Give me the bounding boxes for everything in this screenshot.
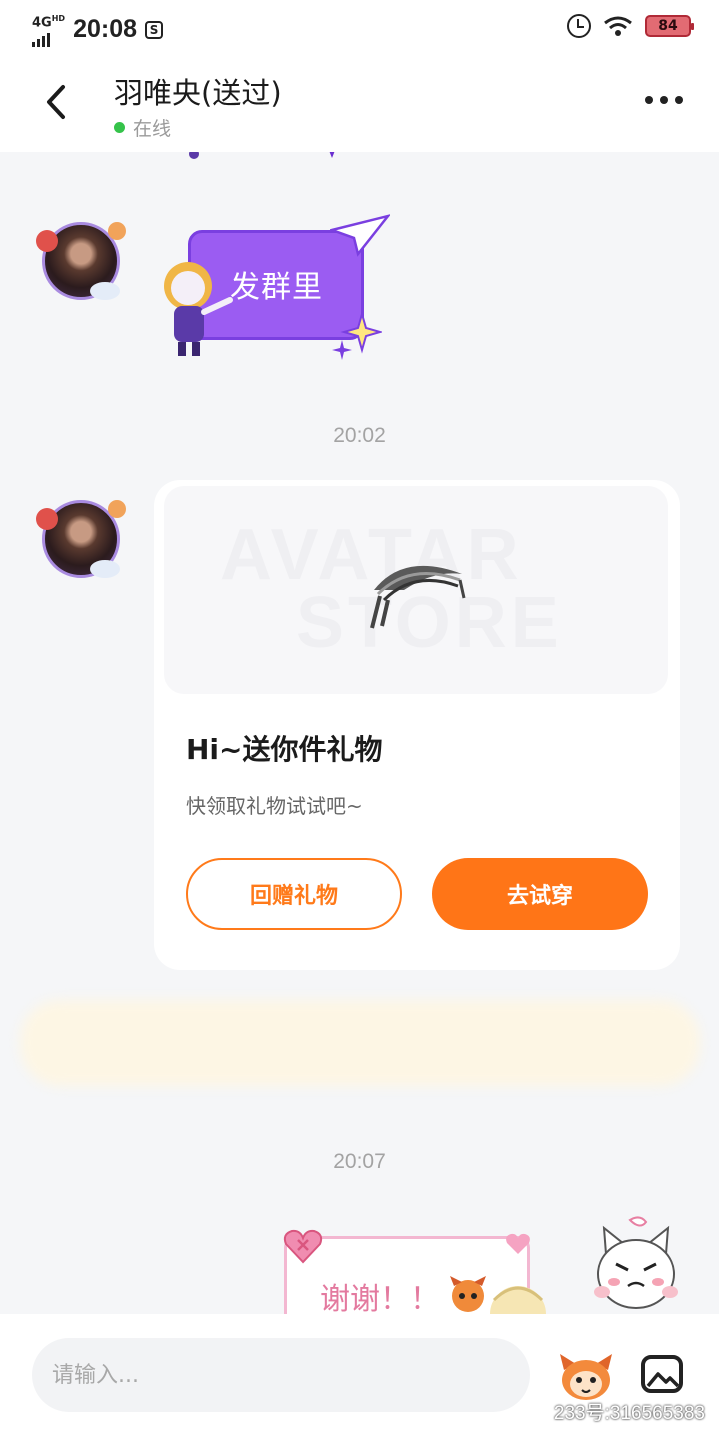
network-indicator: 4GHD bbox=[32, 12, 66, 48]
dot-icon bbox=[645, 96, 653, 104]
message-input[interactable] bbox=[32, 1338, 530, 1412]
heart-icon bbox=[283, 1229, 323, 1264]
sticker-text: 发群里 bbox=[230, 270, 323, 305]
sticker-message[interactable]: 发群里 bbox=[160, 214, 390, 364]
more-options-button[interactable] bbox=[645, 96, 683, 104]
partial-sticker bbox=[189, 152, 335, 159]
signal-icon bbox=[32, 31, 65, 48]
white-cat-icon bbox=[594, 1216, 678, 1309]
status-bar: 4GHD 20:08 S 84 bbox=[0, 0, 719, 56]
gift-title: Hi~送你件礼物 bbox=[186, 733, 383, 766]
mascot-icon bbox=[450, 1276, 486, 1312]
mascot-emoji-icon bbox=[560, 1354, 612, 1400]
chibi-character-icon bbox=[164, 262, 233, 356]
chat-header: 羽唯央(送过) 在线 bbox=[0, 56, 719, 152]
paper-plane-icon bbox=[330, 214, 390, 257]
contact-name: 羽唯央(送过) bbox=[114, 76, 282, 110]
presence-status: 在线 bbox=[114, 114, 171, 141]
watermark-text: 233号:316565383 bbox=[553, 1403, 705, 1424]
anime-girl-icon bbox=[490, 1286, 546, 1314]
back-button[interactable] bbox=[36, 82, 76, 122]
wifi-icon bbox=[604, 16, 632, 36]
emoji-button[interactable] bbox=[556, 1350, 616, 1402]
contact-avatar[interactable] bbox=[34, 494, 126, 586]
network-type: 4G bbox=[32, 15, 52, 31]
heart-icon bbox=[506, 1233, 530, 1254]
contact-avatar[interactable] bbox=[34, 216, 126, 308]
battery-icon: 84 bbox=[645, 15, 694, 37]
image-picker-button[interactable] bbox=[640, 1354, 684, 1394]
image-icon bbox=[641, 1355, 683, 1393]
sparkle-icon bbox=[332, 312, 382, 360]
status-time: 20:08 bbox=[73, 15, 138, 44]
network-sup: HD bbox=[51, 14, 66, 23]
try-on-button[interactable]: 去试穿 bbox=[432, 858, 648, 930]
app-notification-icon: S bbox=[145, 20, 164, 39]
online-dot bbox=[114, 122, 125, 133]
dot-icon bbox=[675, 96, 683, 104]
message-list[interactable]: 发群里 20:02 AVATAR STORE Hi~送你件礼物 快领取礼物试试吧… bbox=[0, 152, 719, 1314]
back-arrow-icon bbox=[47, 85, 65, 119]
alarm-icon bbox=[567, 14, 591, 38]
sticker-text: 谢谢！！ bbox=[320, 1282, 440, 1314]
input-bar: 233号:316565383 bbox=[0, 1314, 719, 1435]
message-timestamp: 20:07 bbox=[333, 1150, 386, 1173]
sticker-message[interactable]: 谢谢！！ bbox=[272, 1228, 552, 1314]
blurred-notice bbox=[20, 1000, 700, 1086]
battery-level: 84 bbox=[658, 18, 678, 34]
gift-banner: AVATAR STORE bbox=[164, 486, 668, 694]
gift-card[interactable]: AVATAR STORE Hi~送你件礼物 快领取礼物试试吧~ 回赠礼物 去试穿 bbox=[154, 480, 680, 970]
message-timestamp: 20:02 bbox=[333, 424, 386, 447]
presence-label: 在线 bbox=[133, 118, 172, 140]
gift-hair-item-icon bbox=[370, 565, 466, 629]
dot-icon bbox=[660, 96, 668, 104]
return-gift-button[interactable]: 回赠礼物 bbox=[186, 858, 402, 930]
gift-subtitle: 快领取礼物试试吧~ bbox=[186, 794, 363, 818]
my-avatar[interactable] bbox=[586, 1214, 686, 1314]
